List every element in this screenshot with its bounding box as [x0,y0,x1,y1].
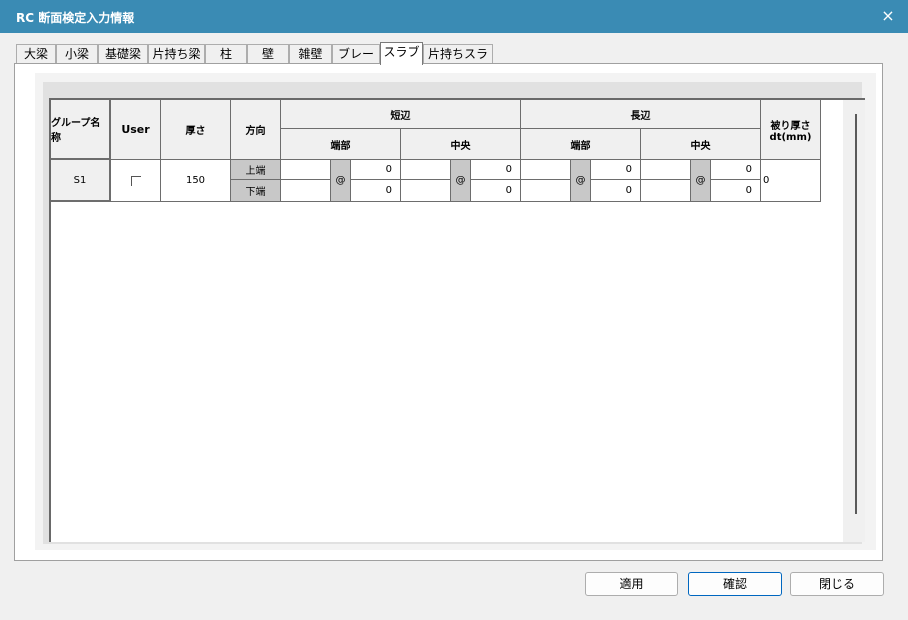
header-short-end: 端部 [281,129,401,160]
user-checkbox-cell[interactable] [111,160,161,202]
header-short-center: 中央 [401,129,521,160]
close-button[interactable]: 閉じる [790,572,884,596]
short-center-bar-top[interactable] [401,160,451,180]
short-end-pitch-bottom[interactable]: 0 [351,180,401,202]
long-center-pitch-top[interactable]: 0 [711,160,761,180]
row-group-s1[interactable]: S1 [51,160,111,202]
tab-panel: グループ名称 User 厚さ 方向 短辺 長辺 被り厚さ dt(mm) 端部 中… [14,63,883,561]
header-long-end: 端部 [521,129,641,160]
header-short-side: 短辺 [281,100,521,129]
tab-zatsu-kabe[interactable]: 雑壁 [289,44,332,64]
short-center-pitch-bottom[interactable]: 0 [471,180,521,202]
long-end-at: @ [571,160,591,202]
long-end-pitch-top[interactable]: 0 [591,160,641,180]
header-thickness: 厚さ [161,100,231,160]
header-long-side: 長辺 [521,100,761,129]
header-user: User [111,100,161,160]
confirm-button[interactable]: 確認 [688,572,782,596]
short-center-at: @ [451,160,471,202]
vertical-scrollbar[interactable] [843,100,865,542]
header-direction: 方向 [231,100,281,160]
apply-button[interactable]: 適用 [585,572,678,596]
short-end-pitch-top[interactable]: 0 [351,160,401,180]
header-group-name: グループ名称 [51,100,111,160]
thickness-cell[interactable]: 150 [161,160,231,202]
short-center-pitch-top[interactable]: 0 [471,160,521,180]
long-end-bar-bottom[interactable] [521,180,571,202]
tab-slab[interactable]: スラブ [380,42,423,65]
tab-katamochi-slab[interactable]: 片持ちスラブ [423,44,493,80]
header-long-center: 中央 [641,129,761,160]
tab-brace[interactable]: ブレース [332,44,380,80]
title-bar: RC 断面検定入力情報 × [0,0,908,33]
tab-kohari[interactable]: 小梁 [56,44,98,64]
direction-bottom: 下端 [231,180,281,202]
long-center-bar-top[interactable] [641,160,691,180]
slab-grid: グループ名称 User 厚さ 方向 短辺 長辺 被り厚さ dt(mm) 端部 中… [49,98,865,542]
tab-kiso-hari[interactable]: 基礎梁 [98,44,148,64]
long-end-pitch-bottom[interactable]: 0 [591,180,641,202]
long-end-bar-top[interactable] [521,160,571,180]
scroll-track[interactable] [855,114,857,514]
direction-top: 上端 [231,160,281,180]
window-title: RC 断面検定入力情報 [16,11,135,25]
short-end-at: @ [331,160,351,202]
cover-cell[interactable]: 0 [761,160,821,202]
short-end-bar-bottom[interactable] [281,180,331,202]
long-center-pitch-bottom[interactable]: 0 [711,180,761,202]
long-center-at: @ [691,160,711,202]
short-center-bar-bottom[interactable] [401,180,451,202]
user-checkbox[interactable] [130,175,141,186]
tab-hashira[interactable]: 柱 [205,44,247,64]
header-cover: 被り厚さ dt(mm) [761,100,821,160]
close-icon[interactable]: × [878,6,898,26]
tab-kabe[interactable]: 壁 [247,44,289,64]
tab-ohari[interactable]: 大梁 [16,44,56,64]
tab-katamochi-hari[interactable]: 片持ち梁 [148,44,205,64]
short-end-bar-top[interactable] [281,160,331,180]
long-center-bar-bottom[interactable] [641,180,691,202]
